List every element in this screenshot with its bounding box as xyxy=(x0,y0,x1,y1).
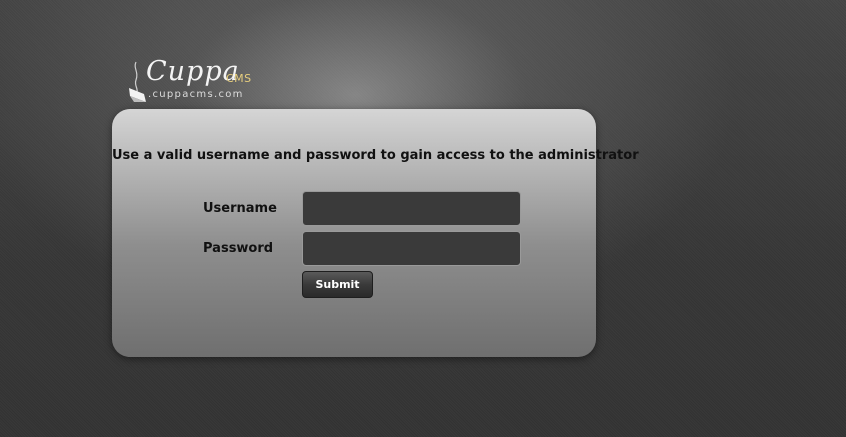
password-label: Password xyxy=(203,241,274,256)
password-input[interactable] xyxy=(302,231,521,266)
username-label: Username xyxy=(203,201,277,216)
submit-button[interactable]: Submit xyxy=(302,271,373,298)
username-input[interactable] xyxy=(302,191,521,226)
cuppa-cms-logo: Cuppa CMS .cuppacms.com xyxy=(126,56,256,104)
login-panel: Use a valid username and password to gai… xyxy=(112,109,639,357)
logo-url: .cuppacms.com xyxy=(148,89,244,100)
logo-cms-suffix: CMS xyxy=(226,72,252,85)
login-instructions: Use a valid username and password to gai… xyxy=(112,148,639,163)
